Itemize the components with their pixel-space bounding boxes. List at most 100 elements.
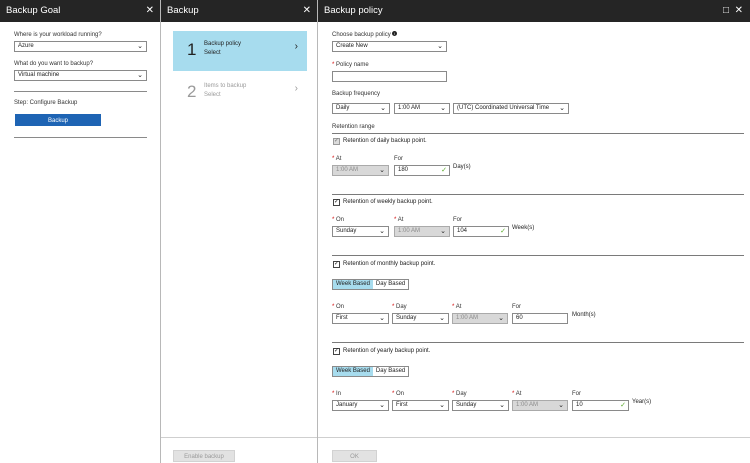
required-mark: * <box>332 156 335 162</box>
day-based-option[interactable]: Day Based <box>372 367 409 376</box>
monthly-on-select[interactable]: First ⌄ <box>332 313 389 324</box>
weekly-retention-checkbox[interactable]: ✓ <box>333 199 340 206</box>
monthly-day-value: Sunday <box>396 315 417 321</box>
monthly-on-value: First <box>336 315 348 321</box>
divider <box>14 91 147 92</box>
step-number: 2 <box>187 82 197 101</box>
workload-select[interactable]: Azure ⌄ <box>14 41 147 52</box>
backup-what-label: What do you want to backup? <box>14 61 94 67</box>
yearly-on-select[interactable]: First ⌄ <box>392 400 449 411</box>
monthly-retention-checkbox[interactable]: ✓ <box>333 261 340 268</box>
weekly-retention-label: Retention of weekly backup point. <box>343 199 433 205</box>
yearly-day-label-text: Day <box>456 391 467 397</box>
retention-range-label: Retention range <box>332 124 375 130</box>
step-items-to-backup[interactable]: 2 Items to backup Select › <box>173 73 307 113</box>
monthly-on-label-text: On <box>336 304 345 310</box>
workload-label: Where is your workload running? <box>14 32 102 38</box>
choose-policy-select[interactable]: Create New ⌄ <box>332 41 447 52</box>
divider <box>332 133 744 134</box>
yearly-for-input[interactable]: 10 ✓ <box>572 400 629 411</box>
required-mark: * <box>392 304 395 310</box>
weekly-for-value: 104 <box>457 228 468 234</box>
chevron-down-icon: ⌄ <box>379 315 385 322</box>
day-based-option[interactable]: Day Based <box>372 280 409 289</box>
monthly-basis-toggle: Week Based Day Based <box>332 279 410 290</box>
weekly-on-value: Sunday <box>336 228 357 234</box>
required-mark: * <box>512 391 515 397</box>
daily-at-select: 1:00 AM ⌄ <box>332 165 389 176</box>
monthly-on-label: * On <box>332 304 344 310</box>
backup-what-value: Virtual machine <box>18 72 60 78</box>
chevron-down-icon: ⌄ <box>499 402 505 409</box>
close-icon[interactable]: ✕ <box>303 0 311 22</box>
divider <box>332 255 744 256</box>
backup-button[interactable]: Backup <box>15 114 101 126</box>
yearly-unit: Year(s) <box>632 399 652 405</box>
weekly-on-label-text: On <box>336 217 345 223</box>
backup-footer: Enable backup <box>161 437 317 462</box>
close-icon[interactable]: ✕ <box>735 0 743 22</box>
required-mark: * <box>394 217 397 223</box>
daily-for-value: 180 <box>398 167 409 173</box>
check-icon: ✓ <box>500 228 506 235</box>
policy-name-label-text: Policy name <box>336 62 369 68</box>
monthly-day-label: * Day <box>392 304 407 310</box>
frequency-label: Backup frequency <box>332 91 381 97</box>
required-mark: * <box>452 304 455 310</box>
yearly-retention-checkbox[interactable]: ✓ <box>333 348 340 355</box>
policy-name-input[interactable] <box>332 71 447 82</box>
yearly-in-select[interactable]: January ⌄ <box>332 400 389 411</box>
backup-policy-footer: OK <box>318 437 750 462</box>
required-mark: * <box>332 304 335 310</box>
chevron-down-icon: ⌄ <box>137 72 143 79</box>
monthly-for-input[interactable]: 60 <box>512 313 568 324</box>
required-mark: * <box>332 62 335 68</box>
timezone-value: (UTC) Coordinated Universal Time <box>457 105 550 111</box>
yearly-day-select[interactable]: Sunday ⌄ <box>452 400 509 411</box>
frequency-time-select[interactable]: 1:00 AM ⌄ <box>394 103 450 114</box>
yearly-in-label: * In <box>332 391 341 397</box>
info-icon[interactable]: i <box>392 31 398 36</box>
yearly-on-value: First <box>396 402 408 408</box>
choose-policy-label: Choose backup policy i <box>332 31 398 38</box>
weekly-unit: Week(s) <box>512 225 535 231</box>
chevron-down-icon: ⌄ <box>437 43 443 50</box>
divider <box>14 137 147 138</box>
close-icon[interactable]: ✕ <box>146 0 154 22</box>
monthly-at-label: * At <box>452 304 461 310</box>
yearly-on-label-text: On <box>396 391 405 397</box>
ok-button[interactable]: OK <box>332 450 377 462</box>
check-icon: ✓ <box>441 167 447 174</box>
frequency-value: Daily <box>336 105 350 111</box>
chevron-down-icon: ⌄ <box>379 167 385 174</box>
maximize-icon[interactable]: □ <box>723 0 729 22</box>
enable-backup-button[interactable]: Enable backup <box>173 450 235 462</box>
backup-policy-title: Backup policy <box>324 5 383 16</box>
weekly-on-label: * On <box>332 217 344 223</box>
chevron-down-icon: ⌄ <box>498 315 504 322</box>
frequency-select[interactable]: Daily ⌄ <box>332 103 390 114</box>
timezone-select[interactable]: (UTC) Coordinated Universal Time ⌄ <box>453 103 569 114</box>
yearly-in-label-text: In <box>336 391 342 397</box>
yearly-at-label-text: At <box>515 391 522 397</box>
weekly-on-select[interactable]: Sunday ⌄ <box>332 226 389 237</box>
backup-what-select[interactable]: Virtual machine ⌄ <box>14 70 147 81</box>
chevron-down-icon: ⌄ <box>439 402 445 409</box>
step-backup-policy[interactable]: 1 Backup policy Select › <box>173 31 307 71</box>
week-based-option[interactable]: Week Based <box>333 367 373 376</box>
chevron-down-icon: ⌄ <box>380 105 386 112</box>
chevron-down-icon: ⌄ <box>559 105 565 112</box>
weekly-for-input[interactable]: 104 ✓ <box>453 226 509 237</box>
backup-header: Backup ✕ <box>161 0 317 22</box>
daily-unit: Day(s) <box>453 164 471 170</box>
daily-for-input[interactable]: 180 ✓ <box>394 165 450 176</box>
monthly-at-select: 1:00 AM ⌄ <box>452 313 508 324</box>
yearly-for-label: For <box>572 391 581 397</box>
daily-retention-label: Retention of daily backup point. <box>343 138 427 144</box>
week-based-option[interactable]: Week Based <box>333 280 373 289</box>
divider <box>332 342 744 343</box>
backup-goal-blade: Backup Goal ✕ Where is your workload run… <box>0 0 161 463</box>
monthly-at-value: 1:00 AM <box>456 315 479 321</box>
yearly-basis-toggle: Week Based Day Based <box>332 366 410 377</box>
monthly-day-select[interactable]: Sunday ⌄ <box>392 313 449 324</box>
